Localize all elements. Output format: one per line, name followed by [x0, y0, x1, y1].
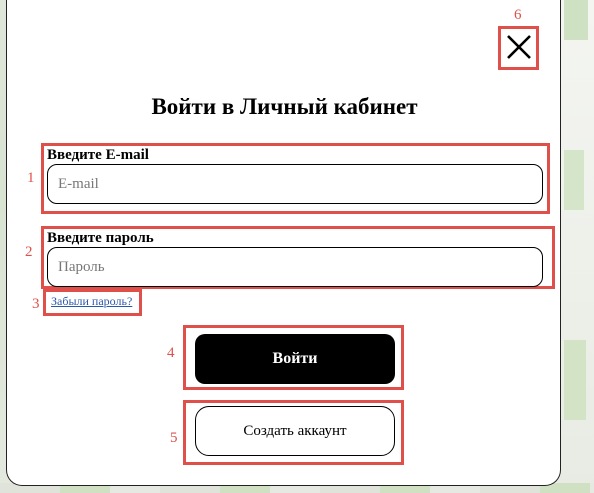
- login-modal: 6 Войти в Личный кабинет 1 Введите E-mai…: [6, 0, 561, 486]
- login-button[interactable]: Войти: [195, 334, 395, 384]
- modal-title: Войти в Личный кабинет: [151, 94, 418, 119]
- map-green-area: [564, 340, 586, 420]
- annotation-number-5: 5: [170, 430, 178, 446]
- map-green-area: [564, 150, 584, 210]
- forgot-password-link[interactable]: Забыли пароль?: [51, 294, 132, 309]
- annotation-number-2: 2: [25, 244, 33, 260]
- annotation-number-3: 3: [32, 296, 40, 312]
- map-green-area: [564, 0, 588, 40]
- password-input[interactable]: [47, 247, 543, 287]
- email-input[interactable]: [47, 164, 543, 204]
- create-account-button[interactable]: Создать аккаунт: [195, 406, 395, 456]
- close-button[interactable]: [498, 26, 539, 68]
- annotation-number-6: 6: [514, 7, 522, 23]
- annotation-number-4: 4: [167, 345, 175, 361]
- close-icon: [506, 35, 531, 59]
- annotation-number-1: 1: [27, 170, 35, 186]
- password-label: Введите пароль: [47, 230, 154, 246]
- email-label: Введите E-mail: [47, 147, 149, 163]
